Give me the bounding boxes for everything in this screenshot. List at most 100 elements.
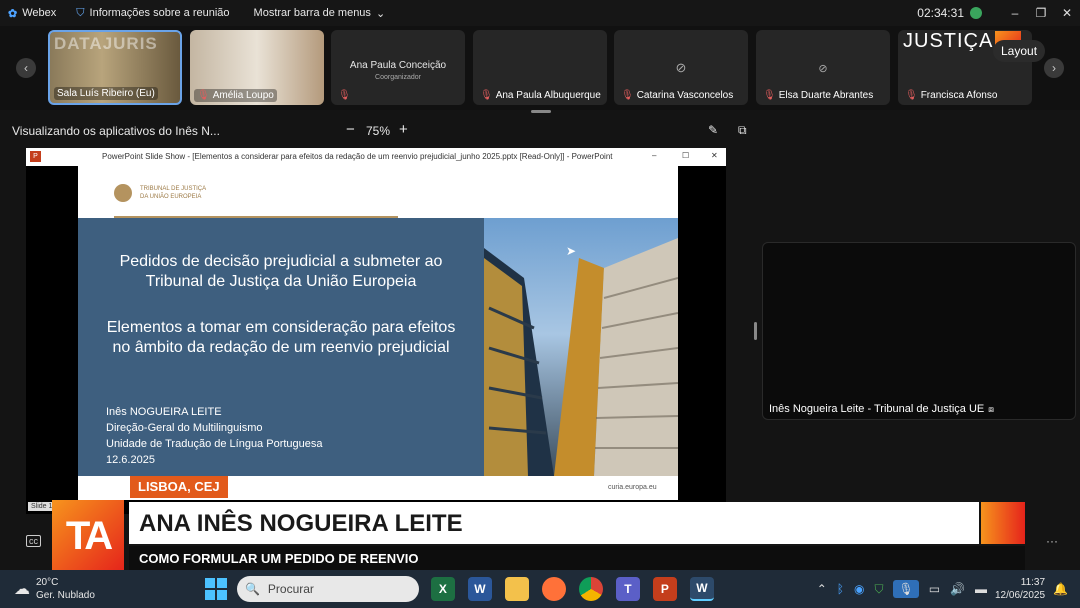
building-illustration	[484, 238, 678, 476]
defender-icon[interactable]: ⛉	[874, 582, 883, 597]
battery-icon[interactable]: ▬	[975, 582, 987, 596]
speaker-name-bar: ANA INÊS NOGUEIRA LEITE	[129, 502, 979, 544]
mic-muted-icon: 🎙	[338, 90, 351, 101]
bluetooth-icon[interactable]: ᛒ	[837, 582, 844, 596]
slide-title: Pedidos de decisão prejudicial a submete…	[119, 253, 443, 290]
screen-share-icon: ⧈	[988, 403, 994, 414]
participant-tile[interactable]: 🎙 Amélia Loupo	[190, 30, 324, 105]
strip-next-button[interactable]: ›	[1044, 58, 1064, 78]
video-off-icon: ⊘	[818, 63, 828, 75]
zoom-level: 75%	[366, 124, 391, 138]
participant-name: Ana Paula Conceição	[349, 60, 447, 71]
panel-splitter[interactable]	[754, 322, 757, 340]
zoom-out-button[interactable]: −	[346, 121, 355, 138]
participant-tile[interactable]: ⊘ 🎙 Elsa Duarte Abrantes	[756, 30, 890, 105]
viewing-label: Visualizando os aplicativos do Inês N...	[12, 124, 220, 138]
windows-taskbar: ☁ 20°C Ger. Nublado 🔍 Procurar X W T P W…	[0, 570, 1080, 608]
weather-widget[interactable]: ☁ 20°C Ger. Nublado	[14, 576, 95, 602]
file-explorer-icon[interactable]	[504, 577, 529, 601]
participant-name: Catarina Vasconcelos	[636, 90, 734, 101]
mouse-cursor-icon: ➤	[566, 244, 577, 258]
slide-footer-url: curia.europa.eu	[608, 484, 657, 491]
video-off-icon: ⊘	[675, 60, 687, 75]
participant-name: Sala Luís Ribeiro (Eu)	[57, 88, 155, 99]
court-logo-text: TRIBUNAL DE JUSTIÇA DA UNIÃO EUROPEIA	[140, 186, 207, 200]
search-icon: 🔍	[244, 582, 260, 596]
chrome-icon[interactable]	[578, 577, 603, 601]
restore-icon[interactable]: ❐	[1028, 6, 1054, 20]
powerpoint-icon: P	[30, 151, 41, 162]
search-box[interactable]: 🔍 Procurar	[236, 576, 419, 602]
more-options-icon[interactable]: ···	[1046, 534, 1058, 548]
shared-powerpoint-window: P PowerPoint Slide Show - [Elementos a c…	[26, 148, 726, 514]
captions-icon[interactable]: cc	[26, 535, 41, 547]
participant-tile[interactable]: Ana Paula Conceição Coorganizador 🎙	[331, 30, 465, 105]
location-tag: LISBOA, CEJ	[130, 476, 228, 498]
meeting-timer: 02:34:31	[917, 6, 964, 20]
word-icon[interactable]: W	[467, 577, 492, 601]
powerpoint-window-title: PowerPoint Slide Show - [Elementos a con…	[102, 152, 613, 161]
participant-name: Elsa Duarte Abrantes	[778, 90, 874, 101]
strip-prev-button[interactable]: ‹	[16, 58, 36, 78]
shield-icon: ⛉	[76, 6, 85, 19]
display-icon[interactable]: ▭	[929, 582, 940, 596]
participant-name: Francisca Afonso	[920, 90, 998, 101]
tray-chevron-up-icon[interactable]: ⌃	[817, 582, 827, 596]
mic-muted-icon: 🎙	[197, 90, 210, 101]
share-view-bar: Visualizando os aplicativos do Inês N...…	[0, 118, 760, 144]
firefox-icon[interactable]	[541, 577, 566, 601]
presenter-video-tile[interactable]: Inês Nogueira Leite - Tribunal de Justiç…	[762, 242, 1076, 420]
participant-name: Amélia Loupo	[212, 90, 274, 101]
show-menu-bar-button[interactable]: Mostrar barra de menus ⌄	[254, 7, 386, 20]
app-name: Webex	[22, 7, 57, 19]
close-icon[interactable]: ✕	[711, 151, 718, 160]
slide-title-panel: Pedidos de decisão prejudicial a submete…	[78, 218, 484, 476]
microphone-icon[interactable]: 🎙	[893, 580, 919, 598]
speaker-icon[interactable]: 🔊	[950, 582, 965, 596]
participant-role: Coorganizador	[375, 74, 421, 81]
participant-tile[interactable]: ⊘ 🎙 Catarina Vasconcelos	[614, 30, 748, 105]
zoom-tray-icon[interactable]: ◉	[854, 582, 864, 596]
webex-top-bar: ✿ Webex ⛉ Informações sobre a reunião Mo…	[0, 0, 1080, 26]
maximize-icon[interactable]: ☐	[682, 151, 689, 160]
excel-icon[interactable]: X	[430, 577, 455, 601]
orange-accent-bar	[981, 502, 1025, 544]
webex-app[interactable]: ✿ Webex	[8, 7, 56, 20]
presentation-slide: TRIBUNAL DE JUSTIÇA DA UNIÃO EUROPEIA Pe…	[78, 166, 678, 500]
broadcast-lower-third: LISBOA, CEJ TA ANA INÊS NOGUEIRA LEITE C…	[52, 476, 1025, 572]
strip-resize-handle[interactable]	[531, 110, 551, 113]
speaker-topic: COMO FORMULAR UM PEDIDO DE REENVIO	[139, 551, 419, 566]
powerpoint-taskbar-icon[interactable]: P	[652, 577, 677, 601]
minimize-icon[interactable]: –	[652, 151, 656, 160]
teams-icon[interactable]: T	[615, 577, 640, 601]
minimize-icon[interactable]: –	[1002, 6, 1028, 20]
mic-muted-icon: 🎙	[480, 90, 493, 101]
speaker-topic-bar: COMO FORMULAR UM PEDIDO DE REENVIO	[129, 546, 1025, 570]
notification-bell-icon[interactable]: 🔔	[1053, 582, 1068, 596]
cloudy-weather-icon: ☁	[14, 581, 30, 598]
slide-subtitle: Elementos a tomar em consideração para e…	[106, 319, 456, 356]
slide-author-block: Inês NOGUEIRA LEITE Direção-Geral do Mul…	[106, 406, 323, 466]
participant-strip: ‹ DATAJURIS Sala Luís Ribeiro (Eu) 🎙 Amél…	[0, 26, 1080, 110]
participant-tile[interactable]: 🎙 Ana Paula Albuquerque	[473, 30, 607, 105]
mic-muted-icon: 🎙	[905, 90, 918, 101]
recording-indicator-icon	[970, 7, 982, 19]
building-photo: ➤	[484, 218, 678, 476]
ta-channel-logo: TA	[52, 500, 124, 572]
meeting-info-button[interactable]: ⛉ Informações sobre a reunião	[76, 7, 229, 20]
layout-button[interactable]: Layout	[993, 40, 1046, 62]
clock[interactable]: 11:37 12/06/2025	[995, 576, 1045, 602]
zoom-in-button[interactable]: +	[399, 121, 408, 138]
webex-taskbar-icon[interactable]: W	[689, 577, 714, 601]
court-seal-icon	[114, 184, 132, 202]
mic-muted-icon: 🎙	[621, 90, 634, 101]
start-button[interactable]	[204, 578, 227, 600]
popout-icon[interactable]: ⧉	[738, 123, 747, 138]
mic-muted-icon: 🎙	[763, 90, 776, 101]
chevron-down-icon: ⌄	[375, 7, 386, 20]
close-icon[interactable]: ✕	[1054, 6, 1080, 20]
annotate-icon[interactable]: ✎	[708, 123, 718, 137]
speaker-name: ANA INÊS NOGUEIRA LEITE	[139, 510, 463, 537]
participant-tile[interactable]: DATAJURIS Sala Luís Ribeiro (Eu)	[48, 30, 182, 105]
webex-logo-icon: ✿	[8, 7, 18, 20]
